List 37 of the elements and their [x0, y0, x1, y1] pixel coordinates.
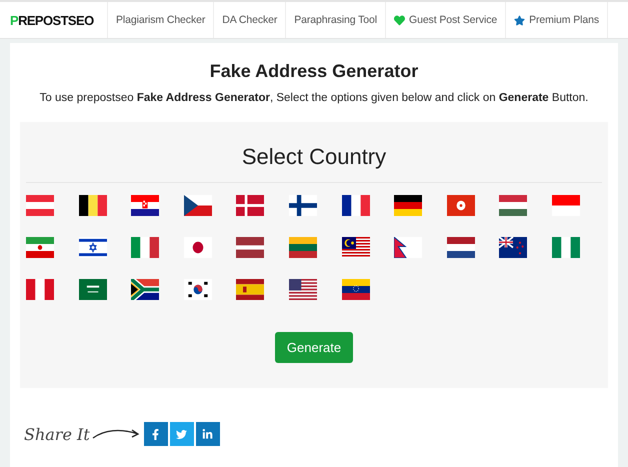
twitter-share-button[interactable] — [170, 422, 194, 446]
nav-link[interactable]: Paraphrasing Tool — [286, 2, 386, 38]
flag-icon[interactable] — [78, 279, 107, 300]
flag-icon[interactable] — [499, 237, 528, 258]
star-icon — [514, 14, 526, 26]
flag-icon[interactable] — [394, 195, 422, 216]
flag-icon[interactable] — [342, 195, 370, 216]
flag-icon[interactable] — [78, 237, 107, 258]
facebook-share-button[interactable] — [144, 422, 168, 446]
flag-icon[interactable] — [288, 195, 317, 216]
flag-icon[interactable] — [288, 279, 317, 300]
flag-icon[interactable] — [342, 279, 370, 300]
page-title: Fake Address Generator — [210, 61, 418, 82]
flag-icon[interactable] — [184, 195, 212, 216]
flag-icon[interactable] — [342, 237, 370, 258]
logo[interactable]: PREPOSTSEO — [0, 2, 108, 38]
flag-icon[interactable] — [131, 279, 160, 300]
flag-icon[interactable] — [184, 237, 212, 258]
heart-icon — [394, 14, 406, 26]
flag-icon[interactable] — [236, 237, 264, 258]
flag-icon[interactable] — [394, 237, 422, 258]
nav-link[interactable]: DA Checker — [214, 2, 286, 38]
flag-icon[interactable] — [131, 195, 160, 216]
panel-title: Select Country — [242, 144, 386, 170]
facebook-icon — [150, 428, 162, 440]
flag-icon[interactable] — [184, 279, 212, 300]
linkedin-icon — [202, 428, 214, 440]
share-label: Share It — [24, 424, 90, 444]
nav-link[interactable]: Guest Post Service — [386, 2, 506, 38]
nav-link[interactable]: Plagiarism Checker — [108, 2, 214, 38]
twitter-bird-icon — [176, 428, 188, 440]
page-description: To use prepostseo Fake Address Generator, Select the options given below and click on Generate Button. — [40, 92, 588, 104]
nav-link[interactable]: Premium Plans — [506, 2, 608, 38]
generate-button[interactable]: Generate — [274, 332, 354, 363]
flag-icon[interactable] — [446, 237, 475, 258]
linkedin-share-button[interactable] — [196, 422, 220, 446]
flag-icon[interactable] — [78, 195, 107, 216]
